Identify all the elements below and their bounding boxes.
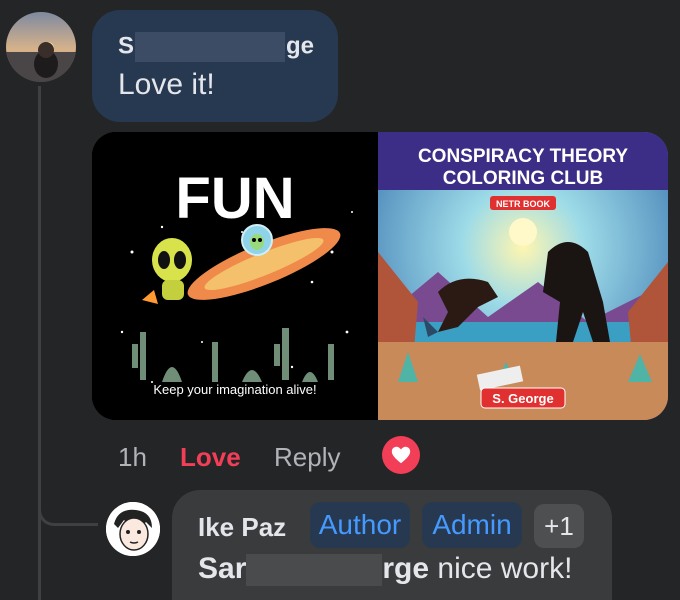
love-reaction-button[interactable]: Love — [180, 442, 241, 473]
fun-title: FUN — [175, 166, 294, 231]
reply-button[interactable]: Reply — [274, 442, 340, 473]
commenter-name[interactable]: Sge — [118, 32, 314, 62]
conspiracy-title-line1: CONSPIRACY THEORY — [418, 146, 628, 167]
comment-attachments: FUN Keep your imagination alive! CONSPIR… — [92, 132, 668, 420]
thread-branch — [38, 480, 98, 526]
admin-badge[interactable]: Admin — [422, 502, 522, 548]
conspiracy-title-line2: COLORING CLUB — [443, 168, 603, 189]
attachment-image-fun[interactable]: FUN Keep your imagination alive! — [92, 132, 378, 420]
comment-bubble: Sge Love it! — [92, 10, 338, 122]
reply-body-text: nice work! — [429, 552, 573, 585]
commenter-name-end: ge — [286, 32, 315, 60]
redacted-name — [135, 32, 286, 62]
comment-timestamp[interactable]: 1h — [118, 442, 147, 473]
fun-illustration: FUN Keep your imagination alive! — [92, 132, 378, 420]
reply-text: Sar rge nice work! — [198, 552, 573, 587]
conspiracy-author: S. George — [492, 391, 553, 406]
thread-line — [38, 86, 41, 526]
mention-link[interactable]: Sar rge — [198, 552, 430, 587]
comment-actions: 1h Love Reply — [92, 432, 452, 484]
mention-end: rge — [382, 552, 430, 585]
author-badge[interactable]: Author — [310, 502, 410, 548]
reply-author-name[interactable]: Ike Paz — [198, 512, 286, 543]
thread-line-continued — [38, 526, 41, 600]
redacted-mention — [246, 554, 383, 587]
avatar-illustration — [106, 502, 160, 556]
commenter-avatar[interactable] — [6, 12, 76, 82]
attachment-image-conspiracy[interactable]: CONSPIRACY THEORY COLORING CLUB NETR BOO… — [378, 132, 668, 420]
conspiracy-illustration: CONSPIRACY THEORY COLORING CLUB NETR BOO… — [378, 132, 668, 420]
fun-caption: Keep your imagination alive! — [153, 382, 316, 397]
conspiracy-badge: NETR BOOK — [496, 199, 551, 209]
more-badges-button[interactable]: +1 — [534, 504, 584, 548]
reply-avatar[interactable] — [106, 502, 160, 556]
avatar-photo — [6, 12, 76, 82]
comment-text: Love it! — [118, 68, 215, 101]
reply-bubble: Ike Paz Author Admin +1 Sar rge nice work… — [172, 490, 612, 600]
heart-icon — [391, 446, 411, 464]
commenter-name-start: S — [118, 32, 135, 60]
mention-start: Sar — [198, 552, 247, 585]
reaction-count[interactable] — [382, 436, 420, 474]
